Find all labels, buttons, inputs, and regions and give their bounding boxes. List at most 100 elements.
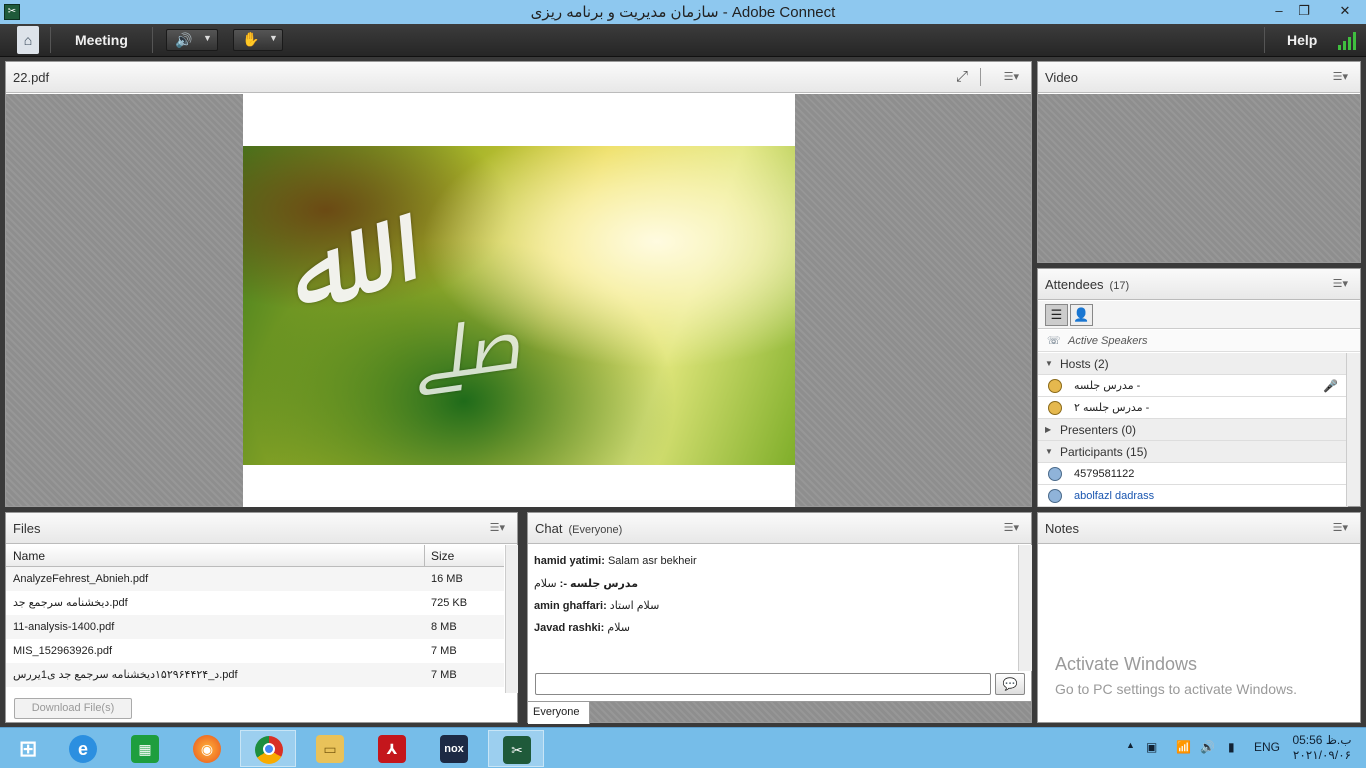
attendees-pod-title: Attendees (17) bbox=[1045, 277, 1129, 292]
download-files-button[interactable]: Download File(s) bbox=[14, 698, 132, 719]
volume-icon[interactable]: 🔊 bbox=[1200, 740, 1215, 754]
battery-icon[interactable]: ▮ bbox=[1228, 740, 1235, 754]
list-view-icon[interactable]: ☰ bbox=[1045, 304, 1068, 326]
files-table-body: AnalyzeFehrest_Abnieh.pdf 16 MB دیخشنامه … bbox=[6, 567, 504, 687]
chevron-down-icon[interactable]: ▼ bbox=[203, 33, 212, 43]
pod-menu-icon[interactable]: ☰▾ bbox=[1333, 277, 1348, 290]
collapse-triangle-icon[interactable]: ▼ bbox=[1045, 441, 1053, 463]
file-size: 7 MB bbox=[431, 645, 457, 657]
attendee-name: مدرس جلسه - bbox=[1074, 380, 1141, 392]
raise-hand-button[interactable]: ✋ ▼ bbox=[233, 29, 283, 51]
notes-pod: Notes ☰▾ Activate Windows Go to PC setti… bbox=[1037, 512, 1361, 723]
pod-menu-icon[interactable]: ☰▾ bbox=[1333, 70, 1348, 83]
calligraphy-art: ﷲ bbox=[264, 200, 366, 342]
video-pod-header: Video ☰▾ bbox=[1038, 62, 1360, 93]
list-item[interactable]: 4579581122 bbox=[1038, 463, 1348, 485]
pod-menu-icon[interactable]: ☰▾ bbox=[1004, 521, 1019, 534]
speaker-icon: 🔊 bbox=[175, 32, 193, 48]
meeting-menubar: ⌂ Meeting 🔊 ▼ ✋ ▼ Help bbox=[0, 24, 1366, 57]
chat-input[interactable] bbox=[535, 673, 991, 695]
taskbar-nox[interactable]: nox bbox=[426, 730, 482, 767]
chevron-down-icon[interactable]: ▼ bbox=[269, 33, 278, 43]
table-row[interactable]: AnalyzeFehrest_Abnieh.pdf 16 MB bbox=[6, 567, 504, 591]
taskbar-clock[interactable]: 05:56 ب.ظ ۲۰۲۱/۰۹/۰۶ bbox=[1290, 733, 1354, 763]
presenters-label: Presenters (0) bbox=[1060, 423, 1137, 437]
file-name: AnalyzeFehrest_Abnieh.pdf bbox=[13, 573, 149, 585]
firefox-icon: ◉ bbox=[193, 735, 221, 763]
file-size: 7 MB bbox=[431, 669, 457, 681]
signal-icon[interactable]: 📶 bbox=[1176, 740, 1191, 754]
chat-tabs: Everyone bbox=[528, 701, 1031, 724]
chat-sender: مدرس جلسه -: bbox=[559, 578, 639, 590]
activate-windows-subtitle: Go to PC settings to activate Windows. bbox=[1055, 681, 1297, 697]
adobe-connect-icon: ✂ bbox=[503, 736, 531, 764]
table-row[interactable]: د_۱۵۲۹۶۴۴۲۴دیخشنامه سرجمع جد ی1یررس.pdf 7… bbox=[6, 663, 504, 687]
column-header-size[interactable]: Size bbox=[431, 545, 454, 567]
attendees-scrollbar[interactable] bbox=[1346, 353, 1360, 506]
share-pod-title: 22.pdf bbox=[13, 70, 50, 85]
language-indicator[interactable]: ENG bbox=[1254, 740, 1280, 754]
organization-logo-icon: ⌂ bbox=[17, 26, 39, 54]
files-pod: Files ☰▾ Name Size AnalyzeFehrest_Abnieh… bbox=[5, 512, 518, 723]
close-button[interactable]: ✕ bbox=[1330, 0, 1360, 22]
chat-sender: amin ghaffari: bbox=[534, 600, 607, 612]
table-row[interactable]: 11-analysis-1400.pdf 8 MB bbox=[6, 615, 504, 639]
chat-text: سلام استاد bbox=[609, 600, 660, 612]
table-row[interactable]: دیخشنامه سرجمع جد.pdf 725 KB bbox=[6, 591, 504, 615]
list-item[interactable]: مدرس جلسه - 🎤 bbox=[1038, 375, 1348, 397]
presenters-group[interactable]: ▶ Presenters (0) bbox=[1038, 419, 1348, 441]
chat-scrollbar[interactable] bbox=[1018, 545, 1032, 671]
expand-triangle-icon[interactable]: ▶ bbox=[1045, 419, 1051, 441]
activate-windows-watermark: Activate Windows Go to PC settings to ac… bbox=[1055, 654, 1297, 697]
restore-button[interactable]: ❐ bbox=[1289, 0, 1319, 22]
list-item: hamid yatimi: Salam asr bekheir bbox=[534, 555, 1012, 577]
files-scrollbar[interactable] bbox=[505, 545, 518, 693]
column-header-name[interactable]: Name bbox=[13, 545, 45, 567]
show-hidden-icons-icon[interactable]: ▲ bbox=[1126, 740, 1135, 750]
taskbar-explorer[interactable]: ▭ bbox=[302, 730, 358, 767]
start-button[interactable]: ⊞ bbox=[0, 730, 56, 767]
notes-pod-header: Notes ☰▾ bbox=[1038, 513, 1360, 544]
chrome-icon bbox=[255, 736, 283, 764]
send-message-button[interactable]: 💬 bbox=[995, 673, 1025, 695]
table-row[interactable]: MIS_152963926.pdf 7 MB bbox=[6, 639, 504, 663]
pod-menu-icon[interactable]: ☰▾ bbox=[490, 521, 505, 534]
taskbar-store[interactable]: ▦ bbox=[117, 730, 173, 767]
attendee-name: مدرس جلسه ۲ - bbox=[1074, 402, 1150, 414]
shared-calligraphy-image: ﷲ ﷰ bbox=[243, 146, 795, 465]
raise-hand-icon: ✋ bbox=[242, 31, 260, 47]
chat-pod-title: Chat (Everyone) bbox=[535, 521, 622, 536]
chat-text: Salam asr bekheir bbox=[607, 555, 697, 567]
taskbar-acrobat[interactable]: ⅄ bbox=[364, 730, 420, 767]
pod-menu-icon[interactable]: ☰▾ bbox=[1004, 70, 1019, 83]
speech-bubble-icon: 💬 bbox=[1002, 677, 1018, 691]
network-tray-icon[interactable]: ▣ bbox=[1146, 740, 1157, 754]
taskbar-adobe-connect[interactable]: ✂ bbox=[488, 730, 544, 767]
meeting-menu[interactable]: Meeting bbox=[75, 32, 128, 48]
tab-everyone[interactable]: Everyone bbox=[528, 702, 590, 724]
fullscreen-icon[interactable]: ⤢ bbox=[956, 68, 968, 85]
clock-time: 05:56 ب.ظ bbox=[1292, 733, 1352, 747]
list-item[interactable]: abolfazl dadrass bbox=[1038, 485, 1348, 507]
list-item[interactable]: مدرس جلسه ۲ - bbox=[1038, 397, 1348, 419]
status-view-icon[interactable]: 👤 bbox=[1070, 304, 1093, 326]
taskbar-firefox[interactable]: ◉ bbox=[179, 730, 235, 767]
help-menu[interactable]: Help bbox=[1287, 32, 1317, 48]
file-name: 11-analysis-1400.pdf bbox=[13, 621, 115, 633]
list-item: Javad rashki: سلام bbox=[534, 621, 1012, 643]
collapse-triangle-icon[interactable]: ▼ bbox=[1045, 353, 1053, 375]
taskbar-chrome[interactable] bbox=[240, 730, 296, 767]
participants-group[interactable]: ▼ Participants (15) bbox=[1038, 441, 1348, 463]
video-area bbox=[1038, 94, 1360, 262]
host-icon bbox=[1048, 379, 1062, 393]
menubar-divider bbox=[1264, 27, 1265, 53]
speaker-button[interactable]: 🔊 ▼ bbox=[166, 29, 218, 51]
pod-menu-icon[interactable]: ☰▾ bbox=[1333, 521, 1348, 534]
taskbar-ie[interactable]: e bbox=[55, 730, 111, 767]
attendee-name: 4579581122 bbox=[1074, 468, 1135, 480]
hosts-group[interactable]: ▼ Hosts (2) bbox=[1038, 353, 1348, 375]
attendees-toolbar: ☰ 👤 bbox=[1038, 301, 1360, 329]
share-pod-header: 22.pdf ⤢ ☰▾ bbox=[6, 62, 1031, 93]
chat-title: Chat bbox=[535, 521, 563, 536]
shared-document-page: ﷲ ﷰ bbox=[243, 94, 795, 507]
